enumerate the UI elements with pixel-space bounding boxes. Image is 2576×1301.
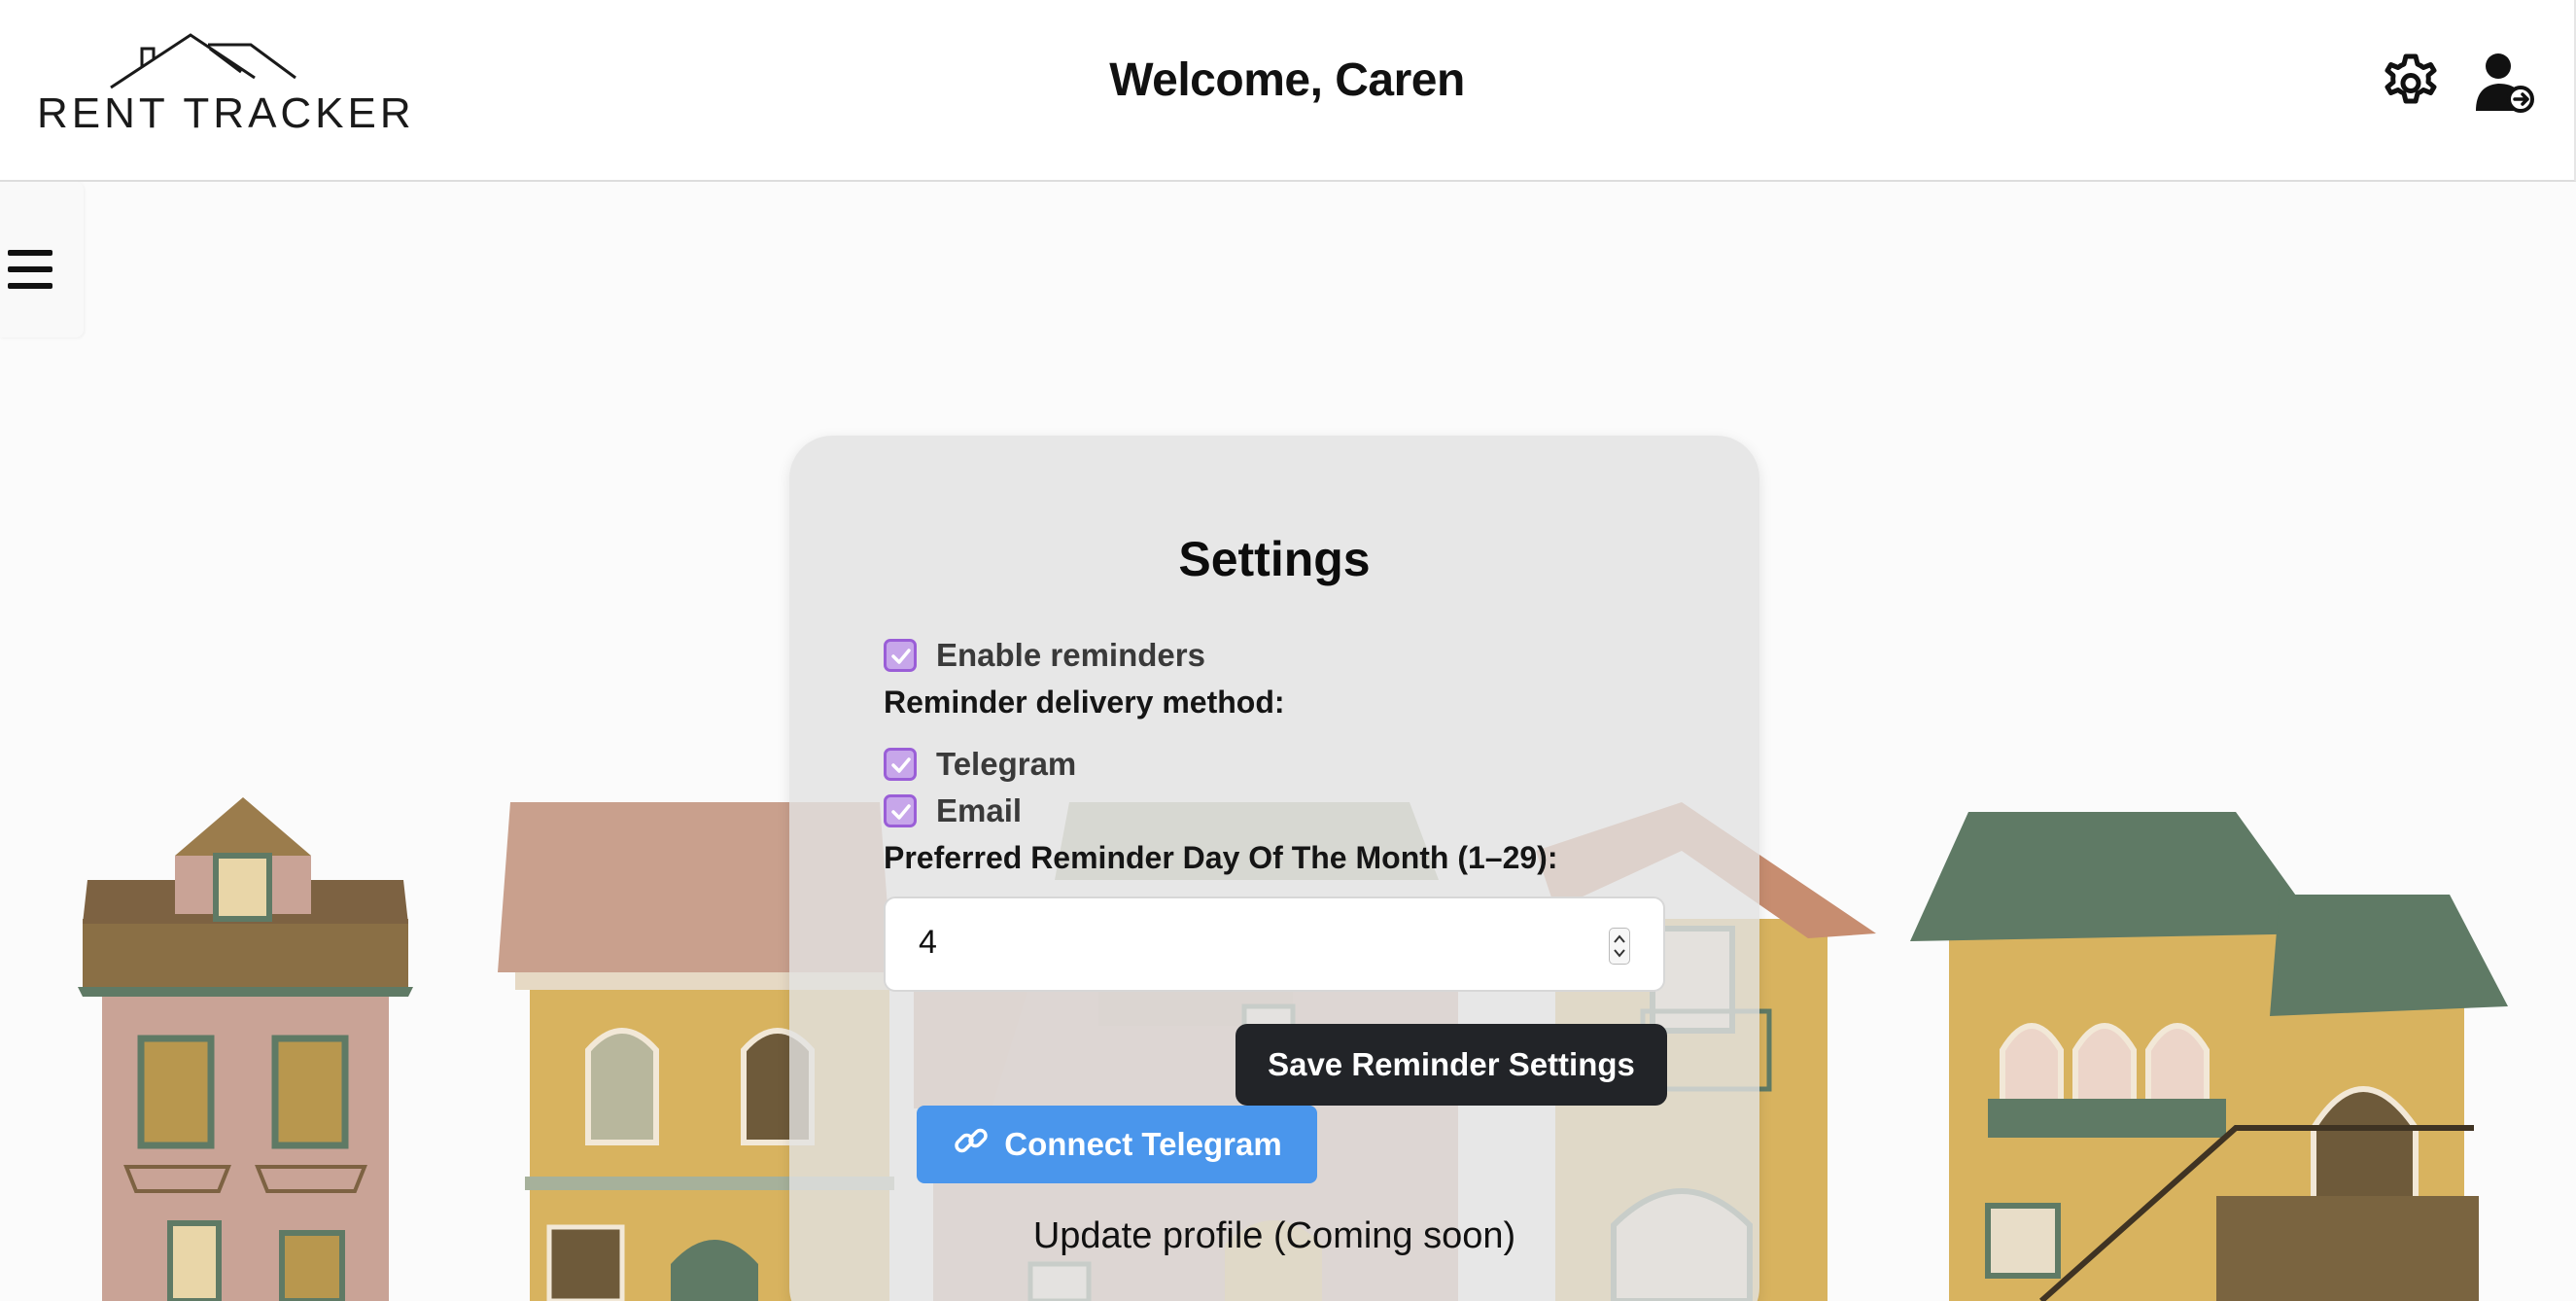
enable-reminders-checkbox[interactable] [884,639,917,672]
settings-title: Settings [1178,532,1371,586]
telegram-checkbox[interactable] [884,748,917,781]
checkmark-icon [891,649,911,664]
reminder-day-label: Preferred Reminder Day Of The Month (1–2… [884,840,1558,875]
telegram-label: Telegram [936,746,1077,782]
method-email-row[interactable]: Email [884,791,1022,830]
hamburger-menu-icon [8,250,52,289]
sidebar-toggle-button[interactable] [0,182,84,337]
checkmark-icon [891,804,911,820]
delivery-method-label: Reminder delivery method: [884,685,1285,720]
settings-card: Settings Enable reminders Reminder deliv… [789,436,1759,1301]
email-checkbox[interactable] [884,794,917,827]
reminder-day-value: 4 [919,924,937,961]
method-telegram-row[interactable]: Telegram [884,745,1076,784]
welcome-title: Welcome, Caren [1109,54,1465,106]
connect-telegram-button[interactable]: Connect Telegram [917,1106,1317,1183]
house-pink [78,797,413,1301]
enable-reminders-row[interactable]: Enable reminders [884,636,1205,675]
save-reminder-settings-button[interactable]: Save Reminder Settings [1236,1024,1667,1106]
number-spinner[interactable] [1609,928,1630,965]
enable-reminders-label: Enable reminders [936,637,1205,673]
email-label: Email [936,792,1023,828]
checkmark-icon [891,757,911,773]
app-header: RENT TRACKER Welcome, Caren [0,0,2576,182]
page: RENT TRACKER Welcome, Caren Settings Ena… [0,0,2576,1301]
connect-telegram-label: Connect Telegram [1004,1126,1282,1162]
spinner-arrows-icon [1614,934,1625,958]
user-logout-icon[interactable] [2472,51,2536,115]
reminder-day-input[interactable]: 4 [884,897,1665,992]
house-big-right [1910,812,2508,1301]
link-icon [952,1121,991,1168]
update-profile-text: Update profile (Coming soon) [1032,1215,1516,1256]
gear-icon[interactable] [2379,51,2443,115]
